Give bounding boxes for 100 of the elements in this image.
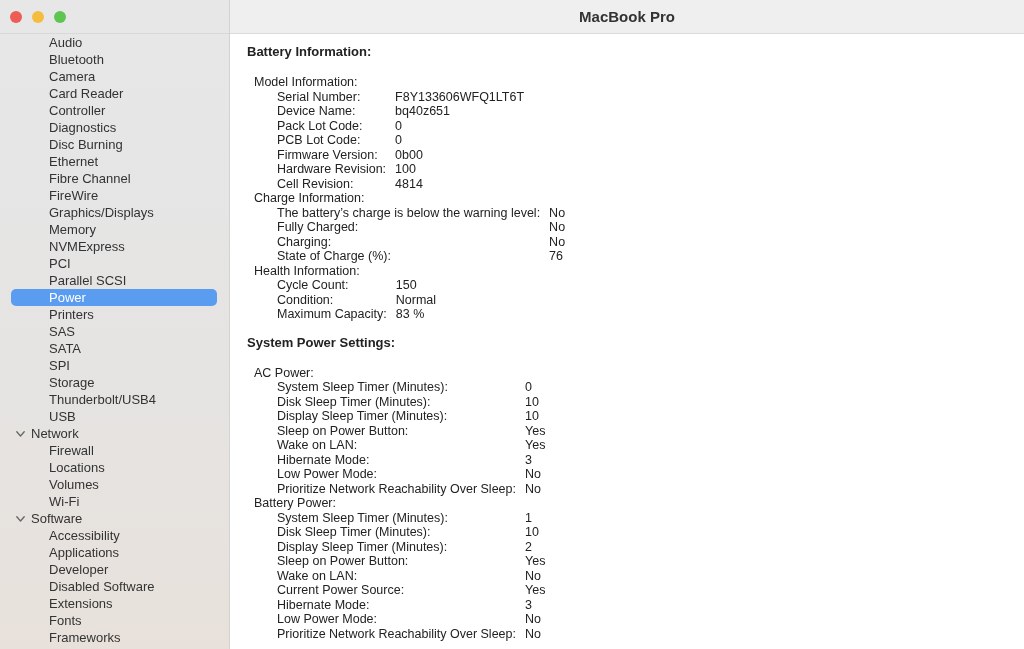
chevron-down-icon[interactable] xyxy=(16,430,25,437)
sidebar-group[interactable]: Software xyxy=(11,510,217,527)
property-value: 0 xyxy=(395,118,404,133)
property-label: Fully Charged: xyxy=(277,220,360,235)
sidebar-item[interactable]: Graphics/Displays xyxy=(11,204,217,221)
property-value: Yes xyxy=(525,583,546,598)
property-value: 10 xyxy=(525,525,540,540)
sidebar-item[interactable]: Disc Burning xyxy=(11,136,217,153)
property-value: 3 xyxy=(525,597,533,612)
property-label: Prioritize Network Reachability Over Sleep: xyxy=(277,626,516,641)
sidebar-item[interactable]: Locations xyxy=(11,459,217,476)
sidebar-item[interactable]: Parallel SCSI xyxy=(11,272,217,289)
property-label: Maximum Capacity: xyxy=(277,307,387,322)
property-label: Pack Lot Code: xyxy=(277,118,364,133)
property-value: No xyxy=(549,220,566,235)
property-value: Normal xyxy=(395,292,437,307)
sidebar-item[interactable]: Extensions xyxy=(11,595,217,612)
property-value: 0b00 xyxy=(395,147,424,162)
property-label: Low Power Mode: xyxy=(277,467,379,482)
sidebar-item[interactable]: NVMExpress xyxy=(11,238,217,255)
property-label: Cell Revision: xyxy=(277,176,355,191)
group-heading: AC Power: xyxy=(253,365,315,380)
property-value: No xyxy=(525,612,542,627)
property-label: PCB Lot Code: xyxy=(277,133,362,148)
sidebar-item[interactable]: Developer xyxy=(11,561,217,578)
property-value: 83 % xyxy=(395,307,426,322)
property-value: Yes xyxy=(525,438,546,453)
sidebar-item[interactable]: Ethernet xyxy=(11,153,217,170)
sidebar-item[interactable]: Audio xyxy=(11,34,217,51)
property-value: 76 xyxy=(549,249,564,264)
sidebar-item[interactable]: Thunderbolt/USB4 xyxy=(11,391,217,408)
sidebar-item[interactable]: USB xyxy=(11,408,217,425)
property-value: 100 xyxy=(395,162,417,177)
property-label: Serial Number: xyxy=(277,89,362,104)
property-label: Condition: xyxy=(277,292,335,307)
property-label: Disk Sleep Timer (Minutes): xyxy=(277,525,432,540)
property-label: Prioritize Network Reachability Over Sleep: xyxy=(277,481,516,496)
minimize-button[interactable] xyxy=(32,10,44,23)
property-value: 4814 xyxy=(395,176,424,191)
property-label: Current Power Source: xyxy=(277,583,406,598)
sidebar-item[interactable]: Volumes xyxy=(11,476,217,493)
sidebar-item[interactable]: Accessibility xyxy=(11,527,217,544)
sidebar-item[interactable]: Diagnostics xyxy=(11,119,217,136)
property-label: Hibernate Mode: xyxy=(277,452,371,467)
property-label: Hibernate Mode: xyxy=(277,597,371,612)
group-heading: Health Information: xyxy=(253,263,361,278)
property-value: 150 xyxy=(395,278,418,293)
property-value: Yes xyxy=(525,554,546,569)
property-label: Disk Sleep Timer (Minutes): xyxy=(277,394,432,409)
chevron-down-icon[interactable] xyxy=(16,515,25,522)
property-label: Display Sleep Timer (Minutes): xyxy=(277,539,449,554)
property-label: Low Power Mode: xyxy=(277,612,379,627)
property-label: Hardware Revision: xyxy=(277,162,387,177)
property-value: No xyxy=(525,626,542,641)
property-value: 10 xyxy=(525,394,540,409)
property-label: State of Charge (%): xyxy=(277,249,392,264)
sidebar-item[interactable]: Applications xyxy=(11,544,217,561)
close-button[interactable] xyxy=(10,10,22,23)
sidebar-item[interactable]: SATA xyxy=(11,340,217,357)
sidebar-item[interactable]: Storage xyxy=(11,374,217,391)
sidebar-item[interactable]: Bluetooth xyxy=(11,51,217,68)
sidebar-item[interactable]: Fonts xyxy=(11,612,217,629)
property-value: No xyxy=(549,205,566,220)
property-label: Sleep on Power Button: xyxy=(277,554,410,569)
group-heading: Battery Power: xyxy=(253,496,337,511)
sidebar-item[interactable]: FireWire xyxy=(11,187,217,204)
sidebar-item[interactable]: SPI xyxy=(11,357,217,374)
property-label: Charging: xyxy=(277,234,333,249)
sidebar-item[interactable]: Camera xyxy=(11,68,217,85)
section-heading: Battery Information: xyxy=(247,45,373,59)
property-label: Sleep on Power Button: xyxy=(277,423,410,438)
sidebar-item[interactable]: SAS xyxy=(11,323,217,340)
property-label: System Sleep Timer (Minutes): xyxy=(277,380,449,395)
property-label: System Sleep Timer (Minutes): xyxy=(277,510,449,525)
sidebar-item[interactable]: Controller xyxy=(11,102,217,119)
sidebar-group[interactable]: Network xyxy=(11,425,217,442)
property-value: No xyxy=(525,481,542,496)
zoom-button[interactable] xyxy=(54,10,66,23)
group-heading: Charge Information: xyxy=(253,191,366,206)
sidebar-item[interactable]: Card Reader xyxy=(11,85,217,102)
sidebar-item[interactable]: Disabled Software xyxy=(11,578,217,595)
sidebar-item[interactable]: PCI xyxy=(11,255,217,272)
property-value: 2 xyxy=(525,539,533,554)
property-value: 10 xyxy=(525,409,540,424)
sidebar-item[interactable]: Frameworks xyxy=(11,629,217,646)
property-value: bq40z651 xyxy=(395,104,451,119)
sidebar-item[interactable]: Printers xyxy=(11,306,217,323)
property-value: 0 xyxy=(395,133,404,148)
sidebar-item[interactable]: Wi-Fi xyxy=(11,493,217,510)
property-label: The battery’s charge is below the warning level: xyxy=(277,205,541,220)
property-label: Cycle Count: xyxy=(277,278,350,293)
sidebar-item[interactable]: Firewall xyxy=(11,442,217,459)
property-label: Wake on LAN: xyxy=(277,568,359,583)
sidebar-item[interactable]: Memory xyxy=(11,221,217,238)
property-value: F8Y133606WFQ1LT6T xyxy=(395,89,525,104)
property-label: Display Sleep Timer (Minutes): xyxy=(277,409,449,424)
property-label: Device Name: xyxy=(277,104,357,119)
property-value: No xyxy=(525,568,542,583)
sidebar-item[interactable]: Fibre Channel xyxy=(11,170,217,187)
property-label: Wake on LAN: xyxy=(277,438,359,453)
